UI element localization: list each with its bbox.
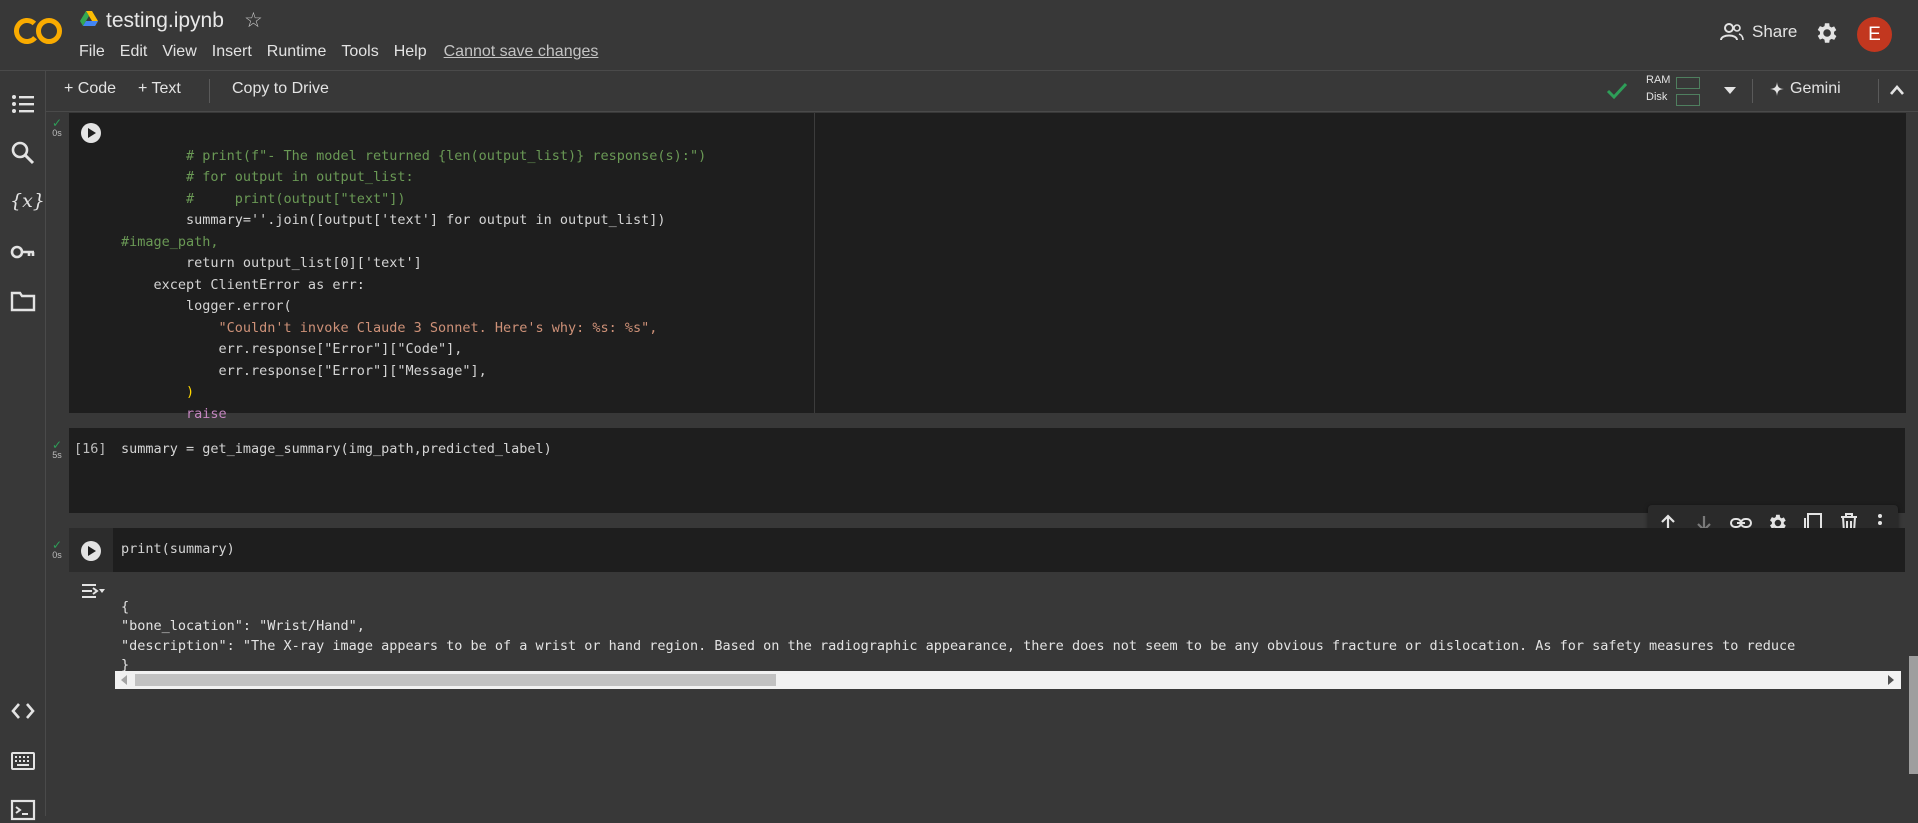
menu-runtime[interactable]: Runtime [267,43,327,61]
run-cell-button[interactable] [80,122,102,144]
code-line: logger.error( [121,298,292,314]
disk-label: Disk [1646,91,1668,103]
key-icon[interactable] [10,239,36,265]
cell-status: ✓ 0s [50,538,64,560]
code-line: "Couldn't invoke Claude 3 Sonnet. Here's… [121,319,658,336]
people-icon [1720,23,1744,41]
menu-file[interactable]: File [79,43,105,61]
horizontal-scrollbar[interactable] [115,671,1901,689]
scrollbar-thumb[interactable] [135,674,776,686]
code-line: # print(output["text"]) [121,190,406,207]
save-warning-link[interactable]: Cannot save changes [444,43,599,61]
output-line: "description": "The X-ray image appears … [121,637,1796,654]
folder-icon[interactable] [10,288,36,314]
menu-edit[interactable]: Edit [120,43,148,61]
output-line: "bone_location": "Wrist/Hand", [121,618,365,634]
check-icon: ✓ [51,438,63,452]
code-snippets-icon[interactable] [10,698,36,724]
output-actions-icon[interactable] [80,580,106,602]
left-sidebar: {x} [0,71,46,821]
menu-view[interactable]: View [162,43,196,61]
variables-icon[interactable]: {x} [10,188,45,214]
cell-source[interactable]: summary = get_image_summary(img_path,pre… [121,441,552,457]
toolbar-divider [1752,79,1753,103]
user-avatar[interactable]: E [1857,17,1892,52]
output-line: { [121,598,130,615]
toolbar-divider [1878,79,1879,103]
cell-exec-time: 0s [52,550,62,560]
search-icon[interactable] [10,140,36,166]
settings-gear-icon[interactable] [1813,20,1839,46]
cell-status: ✓ 0s [50,116,64,138]
gemini-button[interactable]: Gemini [1770,80,1841,98]
ram-bar [1676,77,1700,89]
colab-logo[interactable] [14,14,64,48]
command-palette-icon[interactable] [10,748,36,774]
code-line: summary=''.join([output['text'] for outp… [121,212,666,228]
notebook-toolbar: + Code + Text Copy to Drive RAM Disk Gem… [46,71,1918,112]
collapse-chevron-up-icon[interactable] [1889,84,1905,96]
code-line: return output_list[0]['text'] [121,255,422,271]
code-line: #image_path, [121,233,219,250]
check-icon: ✓ [51,116,63,130]
google-drive-icon [80,11,98,26]
code-cell[interactable] [69,528,1905,572]
code-line: err.response["Error"]["Code"], [121,341,463,357]
cell-exec-time: 0s [52,128,62,138]
disk-bar [1676,94,1700,106]
code-line: # for output in output_list: [121,169,414,185]
share-button[interactable]: Share [1720,22,1797,42]
copy-to-drive-button[interactable]: Copy to Drive [232,80,329,98]
menu-tools[interactable]: Tools [341,43,378,61]
run-cell-button[interactable] [80,540,102,562]
code-line: raise [121,405,227,422]
cell-source[interactable]: # print(f"- The model returned {len(outp… [121,124,706,447]
toolbar-divider [209,79,210,103]
cell-exec-time: 5s [52,450,62,460]
exec-count: [16] [74,441,107,457]
gemini-label: Gemini [1790,80,1841,97]
check-icon: ✓ [51,538,63,552]
menu-help[interactable]: Help [394,43,427,61]
code-line: except ClientError as err: [121,276,365,293]
notebook-title[interactable]: testing.ipynb [106,9,224,33]
cell-status: ✓ 5s [50,438,64,460]
dropdown-arrow-icon[interactable] [1723,85,1737,95]
code-line: ) [121,384,195,400]
menu-insert[interactable]: Insert [212,43,252,61]
star-icon[interactable]: ☆ [244,8,263,33]
ram-label: RAM [1646,74,1671,86]
table-of-contents-icon[interactable] [10,91,36,117]
scroll-right-icon[interactable] [1887,675,1895,685]
terminal-icon[interactable] [10,797,36,823]
scroll-left-icon[interactable] [120,675,128,685]
code-line: # print(f"- The model returned {len(outp… [121,147,707,164]
add-code-button[interactable]: + Code [64,80,116,98]
menu-bar: File Edit View Insert Runtime Tools Help… [79,43,613,61]
cell-side-panel [814,113,1906,413]
sparkle-icon [1770,82,1784,96]
connected-check-icon[interactable] [1606,81,1628,101]
cell-source[interactable]: print(summary) [121,541,235,557]
add-text-button[interactable]: + Text [138,80,181,98]
vertical-scrollbar-thumb[interactable] [1909,656,1918,774]
code-line: err.response["Error"]["Message"], [121,362,487,379]
top-bar: testing.ipynb ☆ File Edit View Insert Ru… [0,0,1918,71]
share-label: Share [1752,22,1798,41]
